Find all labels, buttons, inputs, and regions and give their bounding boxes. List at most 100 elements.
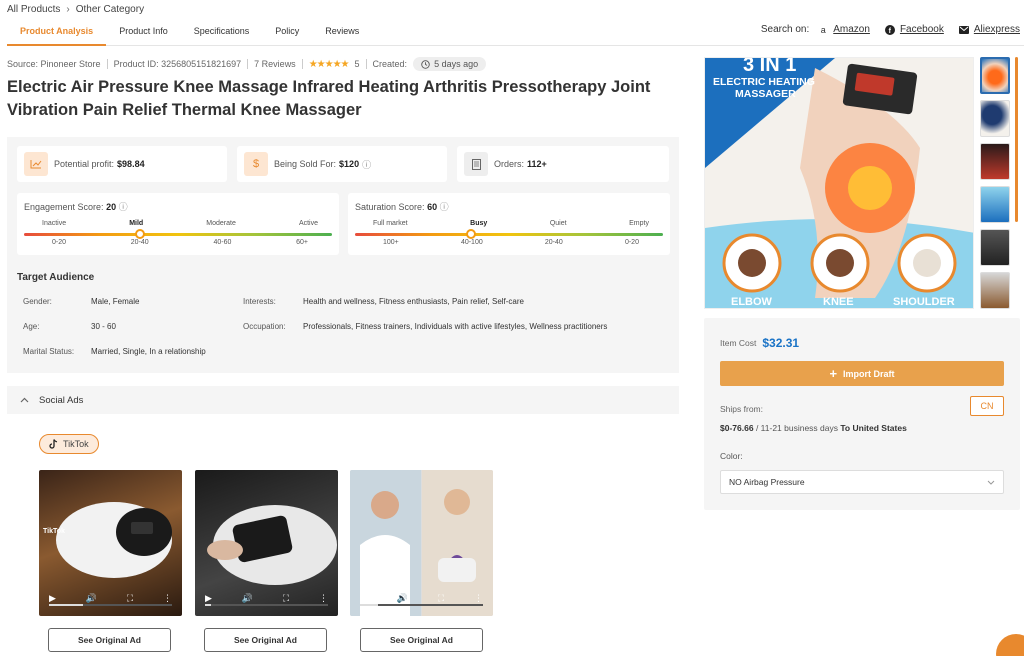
tab-product-analysis[interactable]: Product Analysis	[7, 22, 107, 46]
play-icon[interactable]: ▶	[49, 593, 56, 604]
tab-product-info[interactable]: Product Info	[106, 22, 181, 46]
ad-video[interactable]: ▶ 🔊 ⛶ ⋮	[350, 470, 493, 616]
orders-value: 112+	[527, 159, 547, 169]
level-active: Active	[298, 220, 318, 227]
chevron-right-icon: ›	[66, 4, 70, 15]
breadcrumb-all-products[interactable]: All Products	[7, 4, 60, 15]
video-progress[interactable]	[205, 604, 328, 606]
facebook-link[interactable]: Facebook	[900, 24, 944, 35]
see-original-ad-button[interactable]: See Original Ad	[204, 628, 327, 652]
help-icon[interactable]: ⓘ	[362, 158, 371, 171]
ad-video[interactable]: ▶ 🔊 ⛶ ⋮	[195, 470, 338, 616]
level-full-market: Full market	[373, 220, 408, 227]
color-label: Color:	[720, 451, 743, 461]
search-on-label: Search on:	[760, 24, 810, 35]
breadcrumb: All Products › Other Category	[7, 4, 144, 15]
item-cost: Item Cost $32.31	[720, 336, 799, 350]
facebook-icon: f	[884, 24, 895, 35]
source-store[interactable]: Source: Pinoneer Store	[7, 59, 101, 69]
hero-subheadline: ELECTRIC HEATING	[713, 76, 815, 88]
help-icon[interactable]: ⓘ	[119, 202, 128, 212]
import-draft-button[interactable]: + Import Draft	[720, 361, 1004, 386]
hero-label-shoulder: SHOULDER	[893, 296, 955, 308]
range-label: 40-100	[460, 239, 483, 246]
see-original-ad-button[interactable]: See Original Ad	[48, 628, 171, 652]
aliexpress-link[interactable]: Aliexpress	[974, 24, 1020, 35]
ad-video[interactable]: TikTok ▶ 🔊 ⛶ ⋮	[39, 470, 182, 616]
being-sold-card: $ Being Sold For: $120 ⓘ	[237, 146, 447, 182]
thumbnail[interactable]	[980, 143, 1010, 180]
thumbnail[interactable]	[980, 100, 1010, 137]
marital-label: Marital Status:	[23, 347, 75, 356]
interests-label: Interests:	[243, 297, 276, 306]
more-icon[interactable]: ⋮	[163, 593, 172, 604]
marital-value: Married, Single, In a relationship	[91, 347, 206, 356]
volume-icon[interactable]: 🔊	[86, 593, 97, 604]
target-audience-title: Target Audience	[17, 272, 95, 283]
social-ads-title: Social Ads	[39, 394, 84, 406]
interests-value: Health and wellness, Fitness enthusiasts…	[303, 297, 524, 306]
thumbnail[interactable]	[980, 272, 1010, 309]
created-value: 5 days ago	[434, 59, 479, 69]
saturation-levels: Full market Busy Quiet Empty	[355, 220, 663, 227]
tab-specifications[interactable]: Specifications	[181, 22, 263, 46]
color-select[interactable]: NO Airbag Pressure	[720, 470, 1004, 494]
tiktok-label: TikTok	[63, 439, 89, 449]
volume-icon[interactable]: 🔊	[242, 593, 253, 604]
plus-icon: +	[829, 366, 838, 381]
product-meta: Source: Pinoneer Store Product ID: 32568…	[7, 57, 487, 71]
video-progress[interactable]	[360, 604, 483, 606]
shipping-info: $0-76.66 / 11-21 business days To United…	[720, 423, 907, 433]
divider	[106, 59, 108, 69]
play-icon[interactable]: ▶	[205, 593, 212, 604]
hero-headline: 3 IN 1	[743, 57, 797, 76]
video-progress[interactable]	[49, 604, 172, 606]
potential-profit-card: Potential profit: $98.84	[17, 146, 227, 182]
volume-icon[interactable]: 🔊	[397, 593, 408, 604]
saturation-value: 60	[427, 202, 438, 212]
fullscreen-icon[interactable]: ⛶	[438, 593, 444, 604]
fullscreen-icon[interactable]: ⛶	[127, 593, 133, 604]
engagement-value: 20	[106, 202, 117, 212]
thumbnail-scrollbar[interactable]	[1015, 57, 1018, 222]
ship-origin-cn-button[interactable]: CN	[970, 396, 1004, 416]
social-ads-header[interactable]: Social Ads	[7, 386, 679, 414]
breadcrumb-category[interactable]: Other Category	[76, 4, 144, 15]
level-busy: Busy	[470, 220, 488, 227]
tab-policy[interactable]: Policy	[262, 22, 312, 46]
level-quiet: Quiet	[549, 220, 567, 227]
thumbnail[interactable]	[980, 57, 1010, 94]
see-original-ad-button[interactable]: See Original Ad	[360, 628, 483, 652]
play-icon[interactable]: ▶	[360, 593, 367, 604]
chart-icon	[24, 152, 48, 176]
help-icon[interactable]: ⓘ	[440, 202, 449, 212]
range-label: 0-20	[624, 239, 639, 246]
tiktok-filter-chip[interactable]: TikTok	[39, 434, 99, 454]
more-icon[interactable]: ⋮	[319, 593, 328, 604]
created-badge: 5 days ago	[413, 57, 487, 71]
profit-value: $98.84	[117, 159, 145, 169]
thumbnail-strip	[980, 57, 1012, 315]
amazon-link[interactable]: Amazon	[833, 24, 870, 35]
thumbnail[interactable]	[980, 186, 1010, 223]
range-label: 0-20	[52, 239, 67, 246]
product-main-image[interactable]: 3 IN 1 ELECTRIC HEATING MASSAGER ELBOW K…	[704, 57, 974, 309]
gender-label: Gender:	[23, 297, 52, 306]
import-draft-label: Import Draft	[843, 368, 895, 379]
saturation-header: Saturation Score: 60 ⓘ	[355, 200, 663, 213]
mail-icon	[958, 25, 969, 35]
fullscreen-icon[interactable]: ⛶	[283, 593, 289, 604]
shipping-days: / 11-21 business days	[755, 423, 838, 433]
hero-label-knee: KNEE	[823, 296, 854, 308]
chat-widget-button[interactable]	[996, 634, 1024, 656]
search-on: Search on: a Amazon f Facebook Aliexpres…	[761, 24, 1020, 35]
thumbnail[interactable]	[980, 229, 1010, 266]
review-count[interactable]: 7 Reviews	[254, 59, 296, 69]
tab-reviews[interactable]: Reviews	[312, 22, 372, 46]
hero-subheadline: MASSAGER	[735, 88, 796, 100]
more-icon[interactable]: ⋮	[474, 593, 483, 604]
item-cost-label: Item Cost	[720, 338, 757, 348]
dollar-icon: $	[244, 152, 268, 176]
range-label: 100+	[383, 239, 399, 246]
profit-label: Potential profit:	[54, 159, 115, 169]
